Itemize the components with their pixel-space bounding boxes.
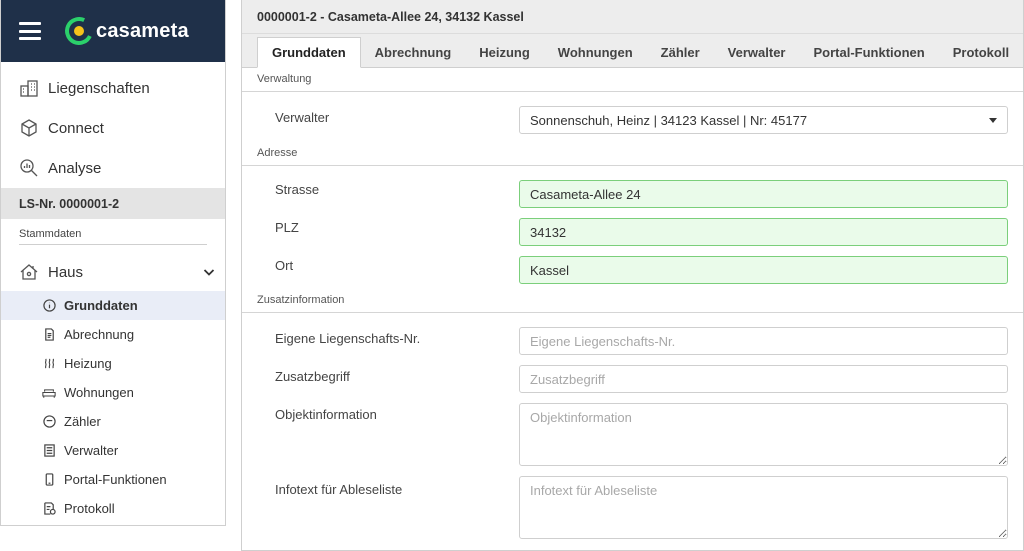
zusatzbegriff-input[interactable] <box>519 365 1008 393</box>
subnav-item-portal-funktionen[interactable]: Portal-Funktionen <box>1 465 225 494</box>
grunddaten-form: Verwaltung Verwalter Sonnenschuh, Heinz … <box>242 68 1023 550</box>
subnav-item-label: Protokoll <box>64 501 115 516</box>
group-label-zusatzinformation: Zusatzinformation <box>257 294 345 306</box>
info-icon <box>42 299 56 313</box>
haus-group-toggle[interactable]: Haus <box>1 253 225 291</box>
group-divider <box>242 91 1023 92</box>
infotext-ableseliste-textarea[interactable] <box>519 476 1008 539</box>
objektinformation-textarea[interactable] <box>519 403 1008 466</box>
strasse-input[interactable] <box>519 180 1008 208</box>
logo-mark-icon <box>61 13 97 49</box>
section-divider <box>19 244 207 245</box>
plz-label: PLZ <box>275 220 299 235</box>
infotext-ableseliste-label: Infotext für Ableseliste <box>275 482 403 497</box>
subnav-item-label: Portal-Funktionen <box>64 472 167 487</box>
verwalter-select[interactable]: Sonnenschuh, Heinz | 34123 Kassel | Nr: … <box>519 106 1008 134</box>
subnav-item-label: Zähler <box>64 414 101 429</box>
ort-input[interactable] <box>519 256 1008 284</box>
subnav-item-label: Heizung <box>64 356 112 371</box>
subnav-item-label: Grunddaten <box>64 298 138 313</box>
buildings-icon <box>19 78 39 98</box>
log-icon <box>42 502 56 516</box>
haus-label: Haus <box>48 263 84 281</box>
nav-item-label: Liegenschaften <box>48 79 150 97</box>
group-label-adresse: Adresse <box>257 147 298 159</box>
verwalter-label: Verwalter <box>275 110 330 125</box>
subnav-item-label: Abrechnung <box>64 327 135 342</box>
haus-subnav: Grunddaten Abrechnung Heizung Wohnungen … <box>1 291 225 523</box>
brand-name: casameta <box>96 19 189 42</box>
phone-icon <box>42 473 56 487</box>
tab-protokoll[interactable]: Protokoll <box>939 37 1023 67</box>
cube-icon <box>19 118 39 138</box>
tab-abrechnung[interactable]: Abrechnung <box>361 37 466 67</box>
section-label-stammdaten: Stammdaten <box>19 228 82 240</box>
group-divider <box>242 312 1023 313</box>
page-title: 0000001-2 - Casameta-Allee 24, 34132 Kas… <box>242 0 1023 34</box>
tab-verwalter[interactable]: Verwalter <box>714 37 800 67</box>
subnav-item-verwalter[interactable]: Verwalter <box>1 436 225 465</box>
eigene-liegenschafts-nr-input[interactable] <box>519 327 1008 355</box>
subnav-item-wohnungen[interactable]: Wohnungen <box>1 378 225 407</box>
strasse-label: Strasse <box>275 182 320 197</box>
subnav-item-zaehler[interactable]: Zähler <box>1 407 225 436</box>
document-icon <box>42 328 56 342</box>
sofa-icon <box>42 386 56 400</box>
subnav-item-label: Verwalter <box>64 443 119 458</box>
subnav-item-grunddaten[interactable]: Grunddaten <box>1 291 225 320</box>
nav-item-connect[interactable]: Connect <box>1 108 225 148</box>
tab-portal-funktionen[interactable]: Portal-Funktionen <box>800 37 939 67</box>
chevron-down-icon <box>203 269 215 276</box>
nav-item-analyse[interactable]: Analyse <box>1 148 225 188</box>
verwalter-select-value: Sonnenschuh, Heinz | 34123 Kassel | Nr: … <box>530 112 808 128</box>
brand-logo[interactable]: casameta <box>61 13 189 49</box>
nav-item-label: Connect <box>48 119 104 137</box>
eigene-liegenschafts-nr-label: Eigene Liegenschafts-Nr. <box>275 331 421 346</box>
brand-bar: casameta <box>1 0 225 62</box>
tab-wohnungen[interactable]: Wohnungen <box>544 37 647 67</box>
tab-grunddaten[interactable]: Grunddaten <box>257 37 361 68</box>
subnav-item-protokoll[interactable]: Protokoll <box>1 494 225 523</box>
list-icon <box>42 444 56 458</box>
tab-heizung[interactable]: Heizung <box>465 37 544 67</box>
nav-item-label: Analyse <box>48 159 102 177</box>
subnav-item-heizung[interactable]: Heizung <box>1 349 225 378</box>
objektinformation-label: Objektinformation <box>275 407 377 422</box>
subnav-item-abrechnung[interactable]: Abrechnung <box>1 320 225 349</box>
subnav-item-label: Wohnungen <box>64 385 134 400</box>
main-nav: Liegenschaften Connect Analyse <box>1 62 225 188</box>
hamburger-menu-icon[interactable] <box>19 22 41 40</box>
main-panel: 0000001-2 - Casameta-Allee 24, 34132 Kas… <box>241 0 1024 551</box>
zusatzbegriff-label: Zusatzbegriff <box>275 369 350 384</box>
meter-icon <box>42 415 56 429</box>
sidebar: casameta Liegenschaften Connect Analyse … <box>0 0 226 526</box>
house-icon <box>20 264 38 280</box>
plz-input[interactable] <box>519 218 1008 246</box>
group-label-verwaltung: Verwaltung <box>257 73 312 85</box>
ls-number-bar: LS-Nr. 0000001-2 <box>1 188 225 219</box>
magnifier-chart-icon <box>19 158 39 178</box>
tab-zaehler[interactable]: Zähler <box>647 37 714 67</box>
ort-label: Ort <box>275 258 294 273</box>
nav-item-liegenschaften[interactable]: Liegenschaften <box>1 68 225 108</box>
dropdown-arrow-icon <box>989 118 997 123</box>
group-divider <box>242 165 1023 166</box>
heat-icon <box>42 357 56 371</box>
tab-bar: Grunddaten Abrechnung Heizung Wohnungen … <box>242 34 1023 68</box>
